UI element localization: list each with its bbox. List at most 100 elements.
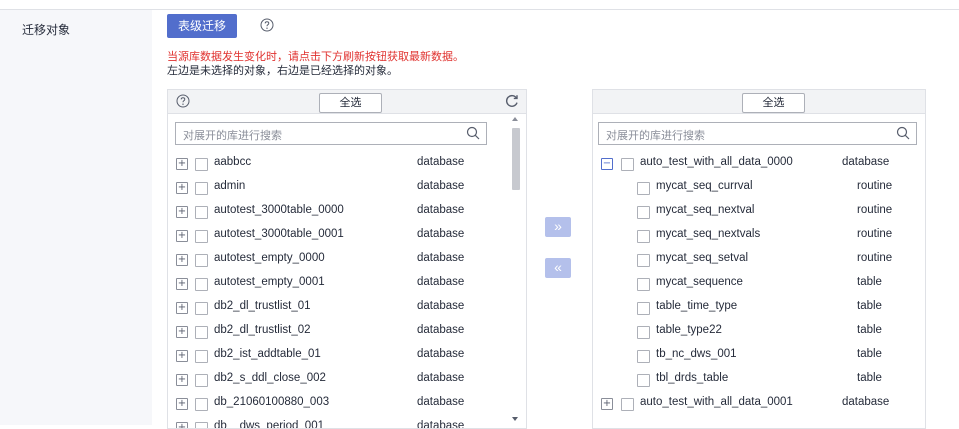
list-item[interactable]: table_time_type table <box>593 298 923 322</box>
list-item[interactable]: + db2_s_ddl_close_002 database <box>168 370 508 394</box>
expand-icon[interactable]: + <box>176 326 188 338</box>
scroll-down-arrow[interactable] <box>512 417 518 421</box>
selection-tip: 左边是未选择的对象，右边是已经选择的对象。 <box>167 65 398 77</box>
list-item[interactable]: + db2_dl_trustlist_02 database <box>168 322 508 346</box>
object-name: admin <box>214 180 246 192</box>
checkbox[interactable] <box>637 302 650 315</box>
object-name: autotest_empty_0000 <box>214 252 325 264</box>
select-all-button[interactable]: 全选 <box>319 93 382 113</box>
search-placeholder: 对展开的库进行搜索 <box>183 130 282 142</box>
search-icon[interactable] <box>896 126 910 140</box>
refresh-icon[interactable] <box>504 93 520 112</box>
checkbox[interactable] <box>195 158 208 171</box>
expand-icon[interactable]: + <box>176 182 188 194</box>
list-item[interactable]: mycat_seq_setval routine <box>593 250 923 274</box>
help-icon[interactable] <box>176 94 190 108</box>
list-item[interactable]: tb_nc_dws_001 table <box>593 346 923 370</box>
panel-header: 全选 <box>168 90 526 114</box>
expand-icon[interactable]: + <box>176 206 188 218</box>
checkbox[interactable] <box>637 326 650 339</box>
checkbox[interactable] <box>195 230 208 243</box>
object-name: autotest_3000table_0000 <box>214 204 344 216</box>
checkbox[interactable] <box>637 278 650 291</box>
list-item[interactable]: mycat_seq_nextvals routine <box>593 226 923 250</box>
expand-icon[interactable]: + <box>176 374 188 386</box>
scrollbar-thumb[interactable] <box>512 128 520 190</box>
select-all-button[interactable]: 全选 <box>742 93 805 113</box>
list-item[interactable]: + autotest_empty_0000 database <box>168 250 508 274</box>
help-icon[interactable] <box>260 18 274 32</box>
object-name: mycat_seq_setval <box>656 252 749 264</box>
expand-icon[interactable]: + <box>601 398 613 410</box>
search-icon[interactable] <box>466 126 480 140</box>
list-item[interactable]: + db__dws_period_001 database <box>168 418 508 428</box>
list-item[interactable]: + auto_test_with_all_data_0001 database <box>593 394 923 418</box>
object-name: db2_dl_trustlist_01 <box>214 300 311 312</box>
scrollbar[interactable] <box>510 114 522 425</box>
object-name: tbl_drds_table <box>656 372 729 384</box>
list-item[interactable]: table_type22 table <box>593 322 923 346</box>
expand-icon[interactable]: + <box>176 398 188 410</box>
list-item[interactable]: + db2_dl_trustlist_01 database <box>168 298 508 322</box>
checkbox[interactable] <box>195 206 208 219</box>
expand-icon[interactable]: + <box>176 158 188 170</box>
checkbox[interactable] <box>195 398 208 411</box>
object-type: routine <box>857 228 893 240</box>
list-item[interactable]: + autotest_empty_0001 database <box>168 274 508 298</box>
object-type: database <box>842 156 890 168</box>
object-name: auto_test_with_all_data_0000 <box>640 156 793 168</box>
checkbox[interactable] <box>195 374 208 387</box>
object-name: db2_s_ddl_close_002 <box>214 372 326 384</box>
object-type: database <box>417 300 465 312</box>
object-type: database <box>417 252 465 264</box>
object-name: tb_nc_dws_001 <box>656 348 737 360</box>
list-item[interactable]: mycat_sequence table <box>593 274 923 298</box>
object-name: db_21060100880_003 <box>214 396 330 408</box>
selected-object-panel: 全选 对展开的库进行搜索 − auto_test_with_all_data_00… <box>592 89 926 429</box>
checkbox[interactable] <box>637 350 650 363</box>
list-item[interactable]: + db_21060100880_003 database <box>168 394 508 418</box>
move-right-button[interactable]: » <box>545 217 571 237</box>
checkbox[interactable] <box>637 182 650 195</box>
expand-icon[interactable]: + <box>176 302 188 314</box>
checkbox[interactable] <box>195 326 208 339</box>
expand-icon[interactable]: + <box>176 254 188 266</box>
object-name: aabbcc <box>214 156 252 168</box>
search-input[interactable]: 对展开的库进行搜索 <box>598 122 917 145</box>
checkbox[interactable] <box>637 206 650 219</box>
list-item[interactable]: + admin database <box>168 178 508 202</box>
checkbox[interactable] <box>621 158 634 171</box>
checkbox[interactable] <box>195 278 208 291</box>
expand-icon[interactable]: + <box>176 350 188 362</box>
list-item[interactable]: + db2_ist_addtable_01 database <box>168 346 508 370</box>
scroll-up-arrow[interactable] <box>512 117 518 121</box>
checkbox[interactable] <box>195 254 208 267</box>
list-item[interactable]: + aabbcc database <box>168 154 508 178</box>
expand-icon[interactable]: + <box>176 422 188 428</box>
expand-icon[interactable]: + <box>176 278 188 290</box>
list-item[interactable]: + autotest_3000table_0000 database <box>168 202 508 226</box>
search-input[interactable]: 对展开的库进行搜索 <box>175 122 487 145</box>
collapse-icon[interactable]: − <box>601 158 613 170</box>
list-item[interactable]: − auto_test_with_all_data_0000 database <box>593 154 923 178</box>
object-name: table_type22 <box>656 324 722 336</box>
checkbox[interactable] <box>195 302 208 315</box>
checkbox[interactable] <box>637 374 650 387</box>
table-migration-button[interactable]: 表级迁移 <box>167 14 237 38</box>
move-left-button[interactable]: « <box>545 258 571 278</box>
checkbox[interactable] <box>195 182 208 195</box>
list-item[interactable]: mycat_seq_currval routine <box>593 178 923 202</box>
checkbox[interactable] <box>195 422 208 428</box>
list-item[interactable]: mycat_seq_nextval routine <box>593 202 923 226</box>
checkbox[interactable] <box>637 230 650 243</box>
expand-icon[interactable]: + <box>176 230 188 242</box>
checkbox[interactable] <box>195 350 208 363</box>
checkbox[interactable] <box>621 398 634 411</box>
object-type: database <box>417 204 465 216</box>
list-item[interactable]: + autotest_3000table_0001 database <box>168 226 508 250</box>
checkbox[interactable] <box>637 254 650 267</box>
list-item[interactable]: tbl_drds_table table <box>593 370 923 394</box>
object-type: database <box>417 156 465 168</box>
object-type: database <box>417 372 465 384</box>
object-type: database <box>417 348 465 360</box>
